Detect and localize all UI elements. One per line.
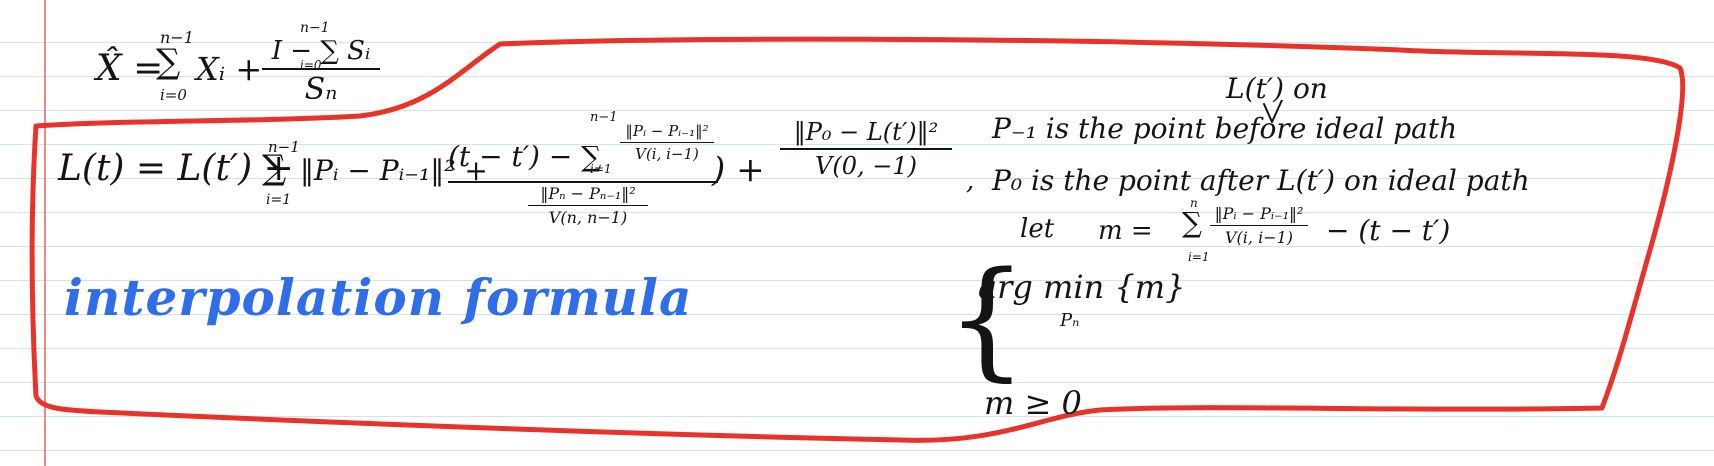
let-sum-symbol: ∑ <box>1182 206 1202 239</box>
xhat-frac-num-bottom: i=0 <box>300 58 322 72</box>
lt-big-den-bar <box>528 205 648 206</box>
let-sum-bottom: i=1 <box>1188 250 1210 264</box>
lt-last-bar <box>780 148 952 150</box>
lt-inner-fraction: ‖Pᵢ − Pᵢ₋₁‖² V(i, i−1) <box>620 122 714 163</box>
constraint-line: m ≥ 0 <box>984 384 1082 422</box>
let-numerator: ‖Pᵢ − Pᵢ₋₁‖² <box>1214 204 1304 223</box>
xhat-lhs: X̂ = <box>96 48 164 89</box>
lt-last-numerator: ‖P₀ − L(t′)‖² <box>793 118 939 146</box>
lt-big-frac-bar <box>448 181 718 183</box>
lt-sum-bottom: i=1 <box>266 192 292 208</box>
lt-comma: , <box>966 166 975 196</box>
annotation-p-minus1: P₋₁ is the point before ideal path <box>992 112 1458 145</box>
arg-min-subscript: Pₙ <box>1060 310 1080 331</box>
let-denominator: V(i, i−1) <box>1224 228 1294 247</box>
let-frac-bar <box>1210 225 1308 226</box>
interpolation-formula-label: interpolation formula <box>64 268 693 327</box>
xhat-sum-symbol: ∑ <box>156 42 181 82</box>
lt-big-den-numerator: ‖Pₙ − Pₙ₋₁‖² <box>540 184 636 203</box>
xhat-sum-bottom: i=0 <box>160 86 187 104</box>
lt-big-frac-sum-top: n−1 <box>590 110 618 125</box>
xhat-frac-denominator: Sₙ <box>304 72 338 107</box>
notebook-page: X̂ = n−1 ∑ i=0 Xᵢ + n−1 I − ∑ Sᵢ Sₙ i=0 … <box>0 0 1714 466</box>
lt-inner-frac-bar <box>620 142 714 143</box>
lt-big-frac-denominator: ‖Pₙ − Pₙ₋₁‖² V(n, n−1) <box>528 184 648 227</box>
lt-big-frac-numerator: (t − t′) − ∑ <box>448 140 602 173</box>
arg-min-line: arg min {m} <box>978 268 1186 306</box>
lt-inner-numerator: ‖Pᵢ − Pᵢ₋₁‖² <box>625 122 709 140</box>
lt-lhs: L(t) = L(t′) + <box>58 148 294 189</box>
lt-sum-symbol: ∑ <box>262 148 287 188</box>
lt-inner-denominator: V(i, i−1) <box>635 145 699 163</box>
let-fraction: ‖Pᵢ − Pᵢ₋₁‖² V(i, i−1) <box>1210 204 1308 247</box>
m-equals: m = <box>1098 216 1153 246</box>
annotation-p-0: P₀ is the point after L(t′) on ideal pat… <box>992 164 1530 197</box>
lt-big-frac-sum-bottom: i=1 <box>590 162 612 176</box>
lt-last-denominator: V(0, −1) <box>815 152 917 180</box>
let-tail: − (t − t′) <box>1326 214 1451 247</box>
let-word: let <box>1020 214 1055 244</box>
xhat-term: Xᵢ + <box>196 50 263 88</box>
lt-last-fraction: ‖P₀ − L(t′)‖² V(0, −1) <box>780 118 952 180</box>
lt-big-den-denominator: V(n, n−1) <box>548 208 628 227</box>
xhat-frac-num-top: n−1 <box>300 20 330 36</box>
lt-plus: ) + <box>712 150 765 190</box>
